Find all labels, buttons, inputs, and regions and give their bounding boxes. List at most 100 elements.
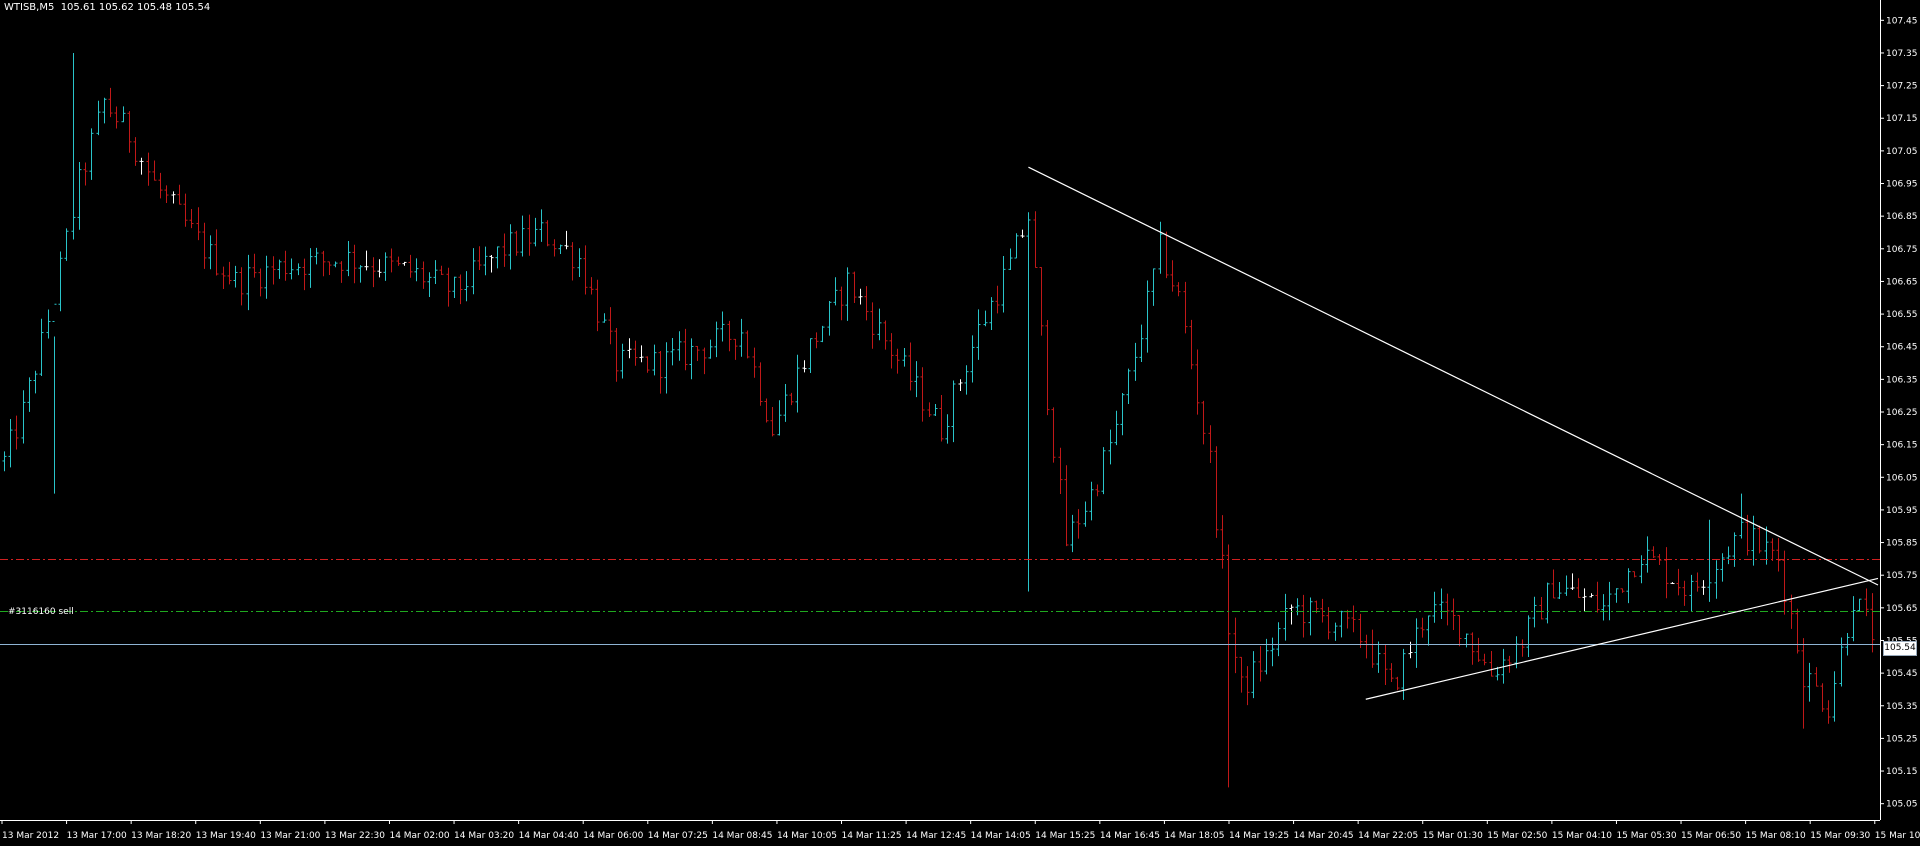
ohlc-bar (1732, 532, 1737, 567)
ohlc-bar (1582, 588, 1587, 612)
ohlc-bar (1108, 429, 1113, 465)
price-tick-label: 107.45 (1886, 16, 1918, 26)
ohlc-bar (264, 255, 269, 299)
ohlc-bar (1189, 319, 1194, 370)
ohlc-bar (1095, 484, 1100, 497)
ohlc-bar (1258, 646, 1263, 682)
ohlc-bar (864, 286, 869, 321)
ohlc-bar (789, 392, 794, 406)
ohlc-bar (1589, 593, 1594, 598)
time-tick-label: 14 Mar 02:00 (389, 831, 449, 841)
ohlc-bar (246, 254, 251, 311)
ohlc-bar (927, 402, 932, 418)
ohlc-bar (808, 338, 813, 374)
ohlc-bar (958, 379, 963, 391)
ohlc-bar (1639, 555, 1644, 584)
ohlc-bar (1545, 582, 1550, 624)
ohlc-bar (1333, 622, 1338, 641)
ohlc-bar (389, 248, 394, 273)
price-chart[interactable]: 105.05105.15105.25105.35105.45105.55105.… (0, 0, 1920, 846)
ohlc-bar (1439, 588, 1444, 620)
ohlc-bar (827, 300, 832, 336)
ohlc-bar (945, 414, 950, 444)
ohlc-bar (102, 97, 107, 124)
ohlc-bar (1720, 553, 1725, 582)
ohlc-bar (1089, 481, 1094, 521)
ohlc-bar (14, 415, 19, 450)
ohlc-bar (845, 267, 850, 321)
ohlc-bar (133, 137, 138, 166)
ohlc-bar (1445, 593, 1450, 626)
time-tick-label: 14 Mar 04:40 (519, 831, 579, 841)
ohlc-bar (1358, 613, 1363, 648)
ohlc-bar (1851, 596, 1856, 642)
ohlc-bar (427, 272, 432, 298)
price-tick-label: 106.05 (1886, 473, 1918, 483)
ohlc-bar (1395, 676, 1400, 691)
ohlc-bar (71, 52, 76, 240)
price-tick-label: 105.25 (1886, 734, 1918, 744)
ohlc-bar (1295, 598, 1300, 616)
ohlc-bar (964, 365, 969, 395)
ohlc-bar (1070, 514, 1075, 553)
ohlc-bar (589, 277, 594, 295)
ohlc-bar (1614, 588, 1619, 603)
ohlc-bar (196, 207, 201, 241)
ohlc-bar (352, 244, 357, 284)
ohlc-bar (377, 259, 382, 278)
ohlc-bar (627, 338, 632, 359)
ohlc-bar (608, 307, 613, 345)
time-tick-label: 15 Mar 08:10 (1746, 831, 1806, 841)
ohlc-bar (1770, 538, 1775, 562)
ohlc-bar (1126, 368, 1131, 404)
ohlc-bar (333, 261, 338, 268)
ohlc-bar (1576, 578, 1581, 598)
ohlc-bar (221, 266, 226, 290)
ohlc-bar (2, 451, 7, 472)
price-tick-label: 106.55 (1886, 310, 1918, 320)
time-tick-label: 15 Mar 01:30 (1423, 831, 1483, 841)
ohlc-bar (1739, 493, 1744, 539)
ohlc-bar (814, 332, 819, 349)
ohlc-bar (21, 390, 26, 444)
ohlc-bar (583, 245, 588, 295)
ohlc-bar (177, 184, 182, 205)
price-tick-label: 107.35 (1886, 49, 1918, 59)
ohlc-bar (758, 362, 763, 406)
time-tick-label: 15 Mar 10:50 (1875, 831, 1920, 841)
ohlc-bar (1464, 633, 1469, 648)
ohlc-bar (1676, 568, 1681, 596)
ohlc-bar (733, 338, 738, 360)
ohlc-bar (396, 256, 401, 266)
ohlc-bar (1420, 617, 1425, 638)
ohlc-bar (302, 258, 307, 291)
ohlc-bar (321, 250, 326, 277)
ohlc-bar (1807, 662, 1812, 702)
ohlc-bar (820, 325, 825, 343)
ohlc-bar (508, 224, 513, 270)
descending-trendline (1028, 166, 1879, 586)
time-tick-label: 14 Mar 06:00 (583, 831, 643, 841)
ohlc-bar (1670, 582, 1675, 585)
ohlc-bar (364, 250, 369, 271)
chart-window[interactable]: 105.05105.15105.25105.35105.45105.55105.… (0, 0, 1920, 846)
ohlc-bar (1051, 407, 1056, 463)
time-tick-label: 15 Mar 05:30 (1616, 831, 1676, 841)
ohlc-bar (1276, 622, 1281, 657)
ohlc-bar (708, 339, 713, 359)
time-tick-label: 15 Mar 09:30 (1810, 831, 1870, 841)
ohlc-bar (1220, 515, 1225, 569)
ohlc-bar (502, 233, 507, 267)
price-tick-label: 105.75 (1886, 571, 1918, 581)
ohlc-bar (664, 342, 669, 394)
ohlc-bar (108, 87, 113, 118)
ohlc-bar (1664, 547, 1669, 599)
ohlc-bar (446, 267, 451, 307)
ohlc-bar (489, 254, 494, 273)
ohlc-bar (658, 350, 663, 394)
ohlc-bar (383, 252, 388, 281)
ohlc-bar (1551, 569, 1556, 599)
ohlc-bar (1370, 629, 1375, 668)
ohlc-bar (1389, 663, 1394, 683)
ohlc-bar (670, 338, 675, 366)
